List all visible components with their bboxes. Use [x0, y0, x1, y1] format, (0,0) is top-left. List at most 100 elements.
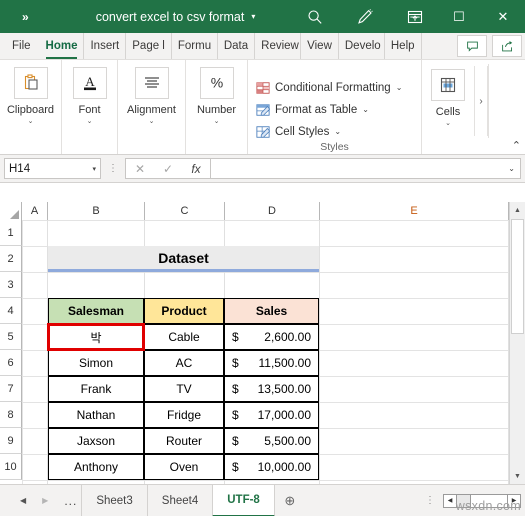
ribbon-group-alignment[interactable]: Alignment ⌄ — [118, 60, 186, 154]
selected-cell-highlight[interactable]: 박 — [47, 323, 145, 351]
column-header-d[interactable]: D — [225, 202, 320, 220]
column-header-e[interactable]: E — [320, 202, 509, 220]
name-box[interactable]: H14 ▾ — [4, 158, 101, 179]
comments-icon[interactable] — [457, 35, 487, 57]
table-header-sales[interactable]: Sales — [224, 298, 319, 324]
add-sheet-button[interactable]: ⊕ — [275, 493, 305, 509]
ribbon-overflow-button[interactable]: › — [474, 66, 488, 136]
row-header-4[interactable]: 4 — [0, 298, 22, 324]
table-row[interactable]: Anthony — [48, 454, 144, 480]
chevron-down-icon[interactable]: ⌄ — [396, 83, 403, 92]
maximize-button[interactable]: ☐ — [437, 0, 481, 33]
table-row[interactable]: Cable — [144, 324, 224, 350]
quick-access-toolbar-button[interactable]: » — [0, 10, 38, 24]
tab-page-layout[interactable]: Page l — [126, 33, 172, 59]
close-button[interactable]: ✕ — [481, 0, 525, 33]
table-row[interactable]: $ 2,600.00 — [224, 324, 319, 350]
row-header-7[interactable]: 7 — [0, 376, 22, 402]
row-header-8[interactable]: 8 — [0, 402, 22, 428]
table-row[interactable]: Jaxson — [48, 428, 144, 454]
tab-help[interactable]: Help — [385, 33, 422, 59]
next-sheet-button[interactable]: ▶ — [42, 496, 48, 505]
column-header-a[interactable]: A — [22, 202, 48, 220]
vertical-scrollbar[interactable]: ▲ ▼ — [509, 202, 525, 484]
table-row[interactable]: $ 13,500.00 — [224, 376, 319, 402]
table-row[interactable]: TV — [144, 376, 224, 402]
draw-icon[interactable] — [357, 8, 374, 25]
share-icon[interactable] — [492, 35, 522, 57]
ribbon-group-font[interactable]: A Font ⌄ — [62, 60, 118, 154]
clipboard-icon[interactable] — [13, 67, 48, 99]
collapse-ribbon-button[interactable]: ⌃ — [512, 139, 521, 152]
cell-area[interactable]: Dataset Salesman Product Sales 박 Cable $… — [22, 220, 525, 484]
ribbon-group-clipboard[interactable]: Clipboard ⌄ — [0, 60, 62, 154]
row-header-6[interactable]: 6 — [0, 350, 22, 376]
ribbon-group-number[interactable]: % Number ⌄ — [186, 60, 248, 154]
table-header-product[interactable]: Product — [144, 298, 224, 324]
ribbon-group-cells[interactable]: Cells ⌄ — [422, 60, 474, 154]
chevron-down-icon[interactable]: ⌄ — [334, 127, 341, 136]
sheet-list-ellipsis[interactable]: ... — [60, 494, 81, 508]
sheet-tab-sheet4[interactable]: Sheet4 — [146, 484, 212, 516]
search-icon[interactable] — [307, 9, 323, 25]
alignment-icon[interactable] — [134, 67, 169, 99]
tab-review[interactable]: Review — [255, 33, 302, 59]
table-row[interactable]: $ 17,000.00 — [224, 402, 319, 428]
row-header-2[interactable]: 2 — [0, 246, 22, 272]
minimize-button[interactable]: ─ — [393, 0, 437, 33]
row-header-5[interactable]: 5 — [0, 324, 22, 350]
sheet-tab-utf8[interactable]: UTF-8 — [212, 484, 275, 516]
tab-bar-dots[interactable]: ⋮ — [425, 495, 435, 506]
table-row[interactable]: $ 10,000.00 — [224, 454, 319, 480]
table-header-salesman[interactable]: Salesman — [48, 298, 144, 324]
tab-view[interactable]: View — [301, 33, 339, 59]
cell-styles-button[interactable]: Cell Styles ⌄ — [256, 121, 415, 143]
row-header-3[interactable]: 3 — [0, 272, 22, 298]
percent-icon[interactable]: % — [199, 67, 234, 99]
tab-insert[interactable]: Insert — [84, 33, 127, 59]
scroll-up-button[interactable]: ▲ — [510, 202, 525, 218]
table-row[interactable]: $ 11,500.00 — [224, 350, 319, 376]
table-row[interactable]: Simon — [48, 350, 144, 376]
tab-home[interactable]: Home — [40, 33, 85, 59]
chevron-down-icon[interactable]: ⌄ — [214, 118, 220, 125]
table-row[interactable]: Nathan — [48, 402, 144, 428]
table-row[interactable]: Router — [144, 428, 224, 454]
row-header-9[interactable]: 9 — [0, 428, 22, 454]
select-all-button[interactable] — [0, 202, 22, 220]
chevron-down-icon[interactable]: ▾ — [251, 12, 255, 21]
chevron-down-icon[interactable]: ⌄ — [87, 118, 93, 125]
previous-sheet-button[interactable]: ◀ — [20, 496, 26, 505]
table-row[interactable]: AC — [144, 350, 224, 376]
column-header-b[interactable]: B — [48, 202, 145, 220]
font-icon[interactable]: A — [72, 67, 107, 99]
chevron-down-icon[interactable]: ▾ — [92, 165, 96, 173]
formula-input[interactable]: ⌄ — [211, 158, 521, 179]
column-header-c[interactable]: C — [145, 202, 225, 220]
chevron-down-icon[interactable]: ⌄ — [445, 120, 451, 127]
table-row[interactable]: Oven — [144, 454, 224, 480]
vertical-scroll-thumb[interactable] — [511, 219, 524, 334]
row-header-1[interactable]: 1 — [0, 220, 22, 246]
table-row[interactable]: Fridge — [144, 402, 224, 428]
cancel-formula-button[interactable]: ✕ — [126, 159, 154, 178]
tab-developer[interactable]: Develo — [339, 33, 385, 59]
format-as-table-button[interactable]: Format as Table ⌄ — [256, 99, 415, 121]
table-row[interactable]: Frank — [48, 376, 144, 402]
sheet-tab-sheet3[interactable]: Sheet3 — [81, 484, 146, 516]
tab-file[interactable]: File — [0, 33, 40, 59]
insert-function-button[interactable]: fx — [182, 159, 210, 178]
chevron-down-icon[interactable]: ⌄ — [362, 105, 369, 114]
row-header-10[interactable]: 10 — [0, 454, 22, 480]
conditional-formatting-button[interactable]: Conditional Formatting ⌄ — [256, 77, 415, 99]
cells-icon[interactable] — [431, 69, 465, 101]
table-row[interactable]: $ 5,500.00 — [224, 428, 319, 454]
chevron-down-icon[interactable]: ⌄ — [28, 118, 34, 125]
scroll-down-button[interactable]: ▼ — [510, 468, 525, 484]
chevron-down-icon[interactable]: ⌄ — [149, 118, 155, 125]
expand-formula-bar-icon[interactable]: ⌄ — [508, 164, 515, 173]
dataset-title-cell[interactable]: Dataset — [48, 246, 319, 272]
tab-formulas[interactable]: Formu — [172, 33, 218, 59]
tab-data[interactable]: Data — [218, 33, 256, 59]
enter-formula-button[interactable]: ✓ — [154, 159, 182, 178]
